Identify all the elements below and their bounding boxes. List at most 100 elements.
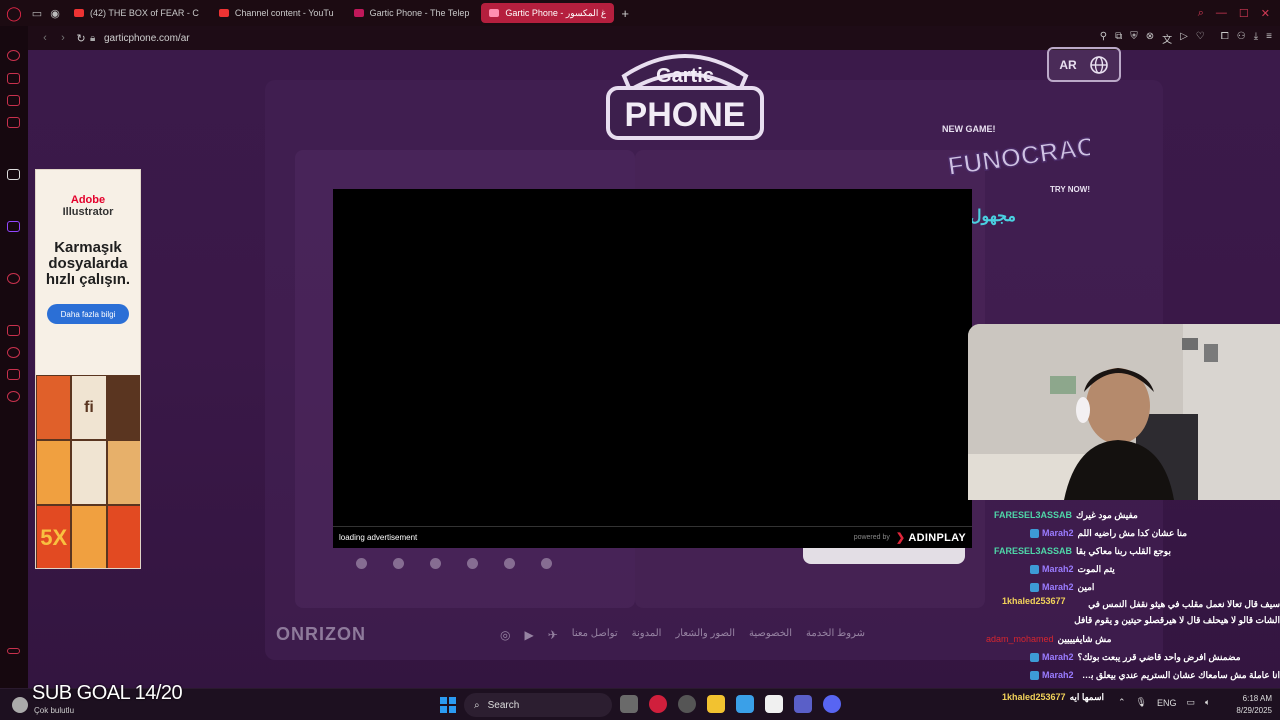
screen: ◯ ▭ ◉ (42) THE BOX of FEAR - C Channel c…: [0, 0, 1280, 720]
github-icon[interactable]: [678, 695, 696, 713]
mic-icon[interactable]: 🎙︎: [1136, 697, 1147, 708]
url-field[interactable]: garticphone.com/ar: [104, 33, 190, 44]
logo-top-text: Gartic: [656, 65, 714, 87]
forward-icon[interactable]: ›: [54, 32, 72, 44]
stream-chat: FARESEL3ASSAB مفيش مود غيرك Marah2 منا ع…: [978, 506, 1280, 688]
tab-1[interactable]: (42) THE BOX of FEAR - C: [66, 3, 207, 23]
store-icon[interactable]: [765, 695, 783, 713]
discord-icon[interactable]: [823, 695, 841, 713]
footer-links: ◎ ▶ ✈ تواصل معنا المدونة الصور والشعار ا…: [500, 628, 865, 642]
video-advertisement[interactable]: loading advertisement powered by ❯ ADINP…: [333, 189, 972, 548]
search-tabs-icon[interactable]: ⌕: [1198, 7, 1204, 20]
gartic-phone-logo[interactable]: Gartic PHONE: [600, 44, 770, 140]
clock-date: 8/29/2025: [1236, 706, 1272, 715]
start-button-icon[interactable]: [440, 697, 456, 713]
taskbar-search[interactable]: ⌕ Search: [464, 693, 612, 717]
side-advertisement[interactable]: Adobe Illustrator Karmaşık dosyalarda hı…: [35, 169, 141, 569]
menu-icon[interactable]: ≡: [1266, 31, 1272, 46]
youtube-icon[interactable]: ▶: [524, 628, 533, 642]
tab-label: Channel content - YouTu: [234, 8, 334, 18]
translate-icon[interactable]: 文: [1162, 31, 1172, 46]
system-tray: ⌃ 🎙︎ ENG ▭ 🔈︎: [1118, 697, 1210, 708]
new-tab-button[interactable]: +: [616, 6, 634, 21]
sidebar-mail-icon[interactable]: [7, 95, 20, 106]
tab-3[interactable]: Gartic Phone - The Telep: [346, 3, 478, 23]
account-icon[interactable]: ⚇: [1237, 31, 1246, 46]
system-clock[interactable]: 6:18 AM 8/29/2025: [1228, 693, 1272, 717]
sidebar-bookmark-icon[interactable]: [7, 325, 20, 336]
volume-icon[interactable]: 🔈︎: [1205, 697, 1210, 708]
ad-loading-text: loading advertisement: [339, 533, 418, 542]
heart-icon[interactable]: ♡: [1196, 31, 1205, 46]
weather-text[interactable]: Çok bulutlu: [34, 706, 74, 715]
chat-username: 1khaled253677: [1002, 596, 1066, 606]
footer-link-images[interactable]: الصور والشعار: [675, 628, 735, 642]
chat-message: Marah2 امين: [1030, 578, 1280, 596]
taskbar-apps: [620, 695, 841, 713]
footer-link-privacy[interactable]: الخصوصية: [749, 628, 792, 642]
tab-workspaces-icon[interactable]: ▭: [28, 0, 46, 26]
opera-gx-icon[interactable]: [649, 695, 667, 713]
chat-username: Marah2: [1042, 528, 1074, 538]
discord-icon[interactable]: ◎: [500, 628, 510, 642]
footer-link-terms[interactable]: شروط الخدمة: [806, 628, 865, 642]
ad-tile-fi: fi: [71, 375, 107, 440]
task-view-icon[interactable]: [620, 695, 638, 713]
language-indicator[interactable]: ENG: [1157, 698, 1177, 708]
download-icon[interactable]: ⤓: [1254, 31, 1258, 46]
puzzle-icon[interactable]: ⧠: [1221, 31, 1229, 46]
step-dot: [504, 558, 515, 569]
sidebar-gx-icon[interactable]: [7, 648, 20, 654]
onrizon-logo[interactable]: ONRIZON: [276, 624, 366, 645]
adinplay-logo[interactable]: ❯ ADINPLAY: [896, 531, 966, 544]
sidebar-bag-icon[interactable]: [7, 73, 20, 84]
teams-icon[interactable]: [794, 695, 812, 713]
sidebar-grid-icon[interactable]: [7, 117, 20, 128]
sidebar-settings-icon[interactable]: [7, 391, 20, 402]
opera-menu-icon[interactable]: ◯: [0, 0, 28, 26]
shield-icon[interactable]: ⛨: [1130, 31, 1138, 46]
start-button[interactable]: [803, 548, 965, 564]
sidebar-player-icon[interactable]: [7, 273, 20, 284]
file-explorer-icon[interactable]: [707, 695, 725, 713]
sidebar-refresh-icon[interactable]: [7, 369, 20, 380]
search-icon: ⌕: [474, 699, 480, 711]
ad-tile: [106, 375, 140, 440]
tab-4-active[interactable]: Gartic Phone - غ المكسور: [481, 3, 615, 23]
chat-text: مضمنش افرض واحد قاضي قرر يبعت بوتك؟: [1077, 651, 1241, 662]
footer-link-blog[interactable]: المدونة: [632, 628, 662, 642]
maximize-icon[interactable]: ☐: [1239, 7, 1249, 20]
chat-text: مش شايفيييين: [1057, 633, 1112, 644]
sidebar-history-icon[interactable]: [7, 50, 20, 61]
tab-2[interactable]: Channel content - YouTu: [211, 3, 342, 23]
tab-label: Gartic Phone - غ المكسور: [505, 7, 607, 18]
ad-cta-button[interactable]: Daha fazla bilgi: [47, 304, 129, 324]
close-icon[interactable]: ✕: [1261, 7, 1270, 20]
weather-icon[interactable]: [12, 697, 28, 713]
sidebar-aria-icon[interactable]: [7, 169, 20, 180]
language-button[interactable]: AR: [1047, 47, 1121, 82]
powered-by: powered by ❯ ADINPLAY: [854, 531, 966, 544]
funocracy-promo[interactable]: NEW GAME! FUNOCRACY TRY NOW!: [940, 122, 1090, 198]
tab-search-icon[interactable]: ◉: [46, 0, 64, 26]
play-icon[interactable]: ▷: [1180, 31, 1188, 46]
snapshot-icon[interactable]: ⧉: [1115, 31, 1122, 46]
tray-chevron-icon[interactable]: ⌃: [1118, 697, 1126, 708]
minimize-icon[interactable]: —: [1216, 7, 1227, 20]
reload-icon[interactable]: ↻: [72, 32, 90, 45]
chat-text: انا عاملة مش سامعاك عشان الستريم عندي بي…: [1078, 669, 1280, 680]
sidebar-clock-icon[interactable]: [7, 347, 20, 358]
chat-text: سيف قال تعالا نعمل مقلب في هيثو نقفل الن…: [1074, 599, 1280, 625]
pin-icon[interactable]: ⚲: [1100, 31, 1107, 46]
extension-icon[interactable]: ⊗: [1146, 31, 1154, 46]
sidebar-twitch-icon[interactable]: [7, 221, 20, 232]
back-icon[interactable]: ‹: [36, 32, 54, 44]
twitter-icon[interactable]: ✈: [548, 628, 558, 642]
network-icon[interactable]: ▭: [1187, 697, 1196, 708]
lock-icon[interactable]: 🔒︎: [90, 33, 104, 44]
footer-link-contact[interactable]: تواصل معنا: [572, 628, 618, 642]
ad-tile: [36, 375, 72, 440]
chat-message: 1khaled253677 اسمها ايه: [1002, 688, 1104, 706]
copilot-icon[interactable]: [736, 695, 754, 713]
ad-tile: [106, 440, 140, 505]
